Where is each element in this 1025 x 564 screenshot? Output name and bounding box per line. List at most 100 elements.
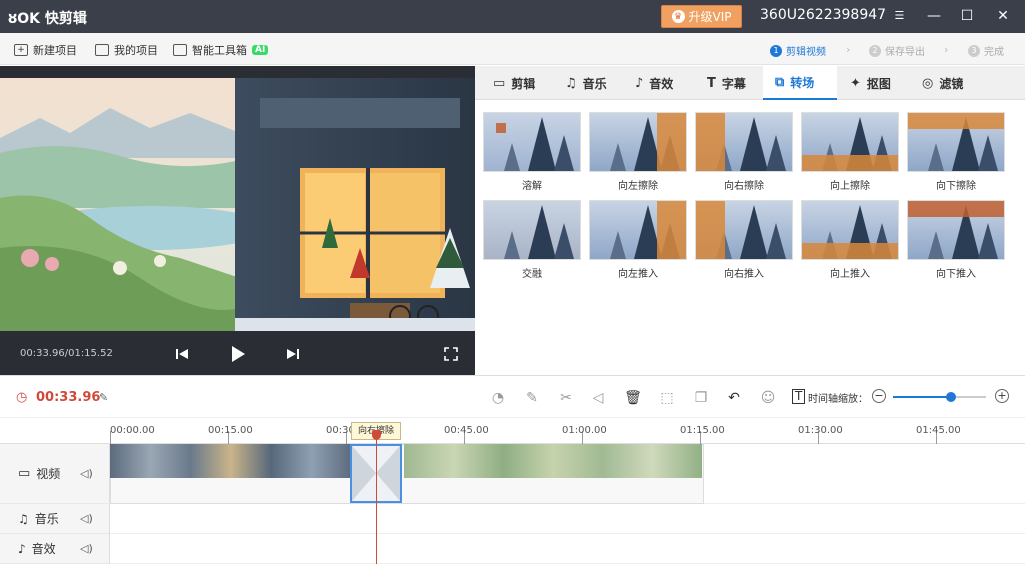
transition-item[interactable]: 向左擦除 bbox=[589, 112, 687, 192]
timeline-ruler[interactable]: 00:00.00 00:15.00 00:30.00 00:45.00 01:00.00… bbox=[0, 418, 1025, 444]
minimize-button[interactable]: — bbox=[919, 4, 949, 28]
smiley-icon: ☺ bbox=[760, 390, 776, 406]
playback-time: 00:33.96/01:15.52 bbox=[20, 348, 113, 359]
my-projects-button[interactable]: 我的项目 bbox=[95, 42, 158, 58]
transition-thumbnail bbox=[907, 112, 1005, 172]
tab-edit[interactable]: ▭ 剪辑 bbox=[481, 66, 547, 100]
transition-item[interactable]: 向左推入 bbox=[589, 200, 687, 280]
delete-button[interactable]: 🗑 bbox=[623, 388, 643, 408]
video-icon: ▭ bbox=[18, 466, 31, 481]
copy-icon: ❐ bbox=[694, 390, 708, 406]
toolbox-icon bbox=[173, 44, 187, 56]
tab-sound-effect[interactable]: ♪ 音效 bbox=[623, 66, 685, 100]
copy-button[interactable]: ❐ bbox=[691, 388, 711, 408]
sticker-button[interactable]: ☺ bbox=[758, 388, 778, 408]
transition-item[interactable]: 向下推入 bbox=[907, 200, 1005, 280]
transition-thumbnail bbox=[483, 112, 581, 172]
video-track[interactable] bbox=[110, 444, 1025, 504]
transition-item[interactable]: 溶解 bbox=[483, 112, 581, 192]
tab-cutout[interactable]: ✦ 抠图 bbox=[838, 66, 903, 100]
transition-item[interactable]: 向右擦除 bbox=[695, 112, 793, 192]
play-button[interactable] bbox=[226, 342, 250, 366]
transition-overlay bbox=[657, 201, 686, 259]
step-export[interactable]: 2 保存导出 bbox=[869, 43, 925, 58]
new-project-button[interactable]: + 新建项目 bbox=[14, 42, 77, 58]
step-edit-video[interactable]: 1 剪辑视频 bbox=[770, 43, 826, 58]
transition-label: 向左推入 bbox=[618, 269, 658, 280]
ai-badge: AI bbox=[252, 45, 269, 55]
transition-thumbnail bbox=[589, 112, 687, 172]
speaker-icon[interactable]: ◁) bbox=[80, 512, 93, 525]
user-account-menu[interactable]: 360U2622398947 ☰ bbox=[760, 7, 904, 23]
title-bar: ȣOK 快剪辑 ♛ 升级VIP 360U2622398947 ☰ — ☐ ✕ bbox=[0, 0, 1025, 33]
transition-item[interactable]: 向上推入 bbox=[801, 200, 899, 280]
upgrade-vip-button[interactable]: ♛ 升级VIP bbox=[661, 5, 742, 28]
transition-overlay bbox=[657, 113, 686, 171]
skip-forward-icon bbox=[287, 349, 299, 359]
zoom-out-button[interactable]: − bbox=[872, 389, 886, 403]
timeline-toolbar: ◷ 00:33.96 ✎ ◔ ✎ ✂ ◁ 🗑 ⬚ ❐ ↶ ☺ T 时间轴缩放： … bbox=[0, 375, 1025, 418]
transition-overlay bbox=[908, 201, 1004, 218]
filter-icon: ◎ bbox=[922, 75, 934, 91]
transition-label: 向左擦除 bbox=[618, 181, 658, 192]
maximize-button[interactable]: ☐ bbox=[952, 4, 982, 28]
transition-item[interactable]: 向下擦除 bbox=[907, 112, 1005, 192]
current-time: 00:33.96 bbox=[36, 390, 101, 405]
undo-button[interactable]: ↶ bbox=[724, 388, 744, 408]
tab-music[interactable]: ♫ 音乐 bbox=[553, 66, 619, 100]
zoom-slider-fill bbox=[893, 396, 951, 398]
transition-label: 向右推入 bbox=[724, 269, 764, 280]
feature-tabs: ▭ 剪辑 ♫ 音乐 ♪ 音效 T 字幕 ⧉ 转场 ✦ 抠图 ◎ 滤镜 bbox=[475, 66, 1025, 100]
tab-label: 转场 bbox=[790, 75, 815, 90]
undo-icon: ↶ bbox=[728, 390, 740, 406]
music-track[interactable] bbox=[110, 504, 1025, 534]
speaker-icon[interactable]: ◁) bbox=[80, 542, 93, 555]
close-button[interactable]: ✕ bbox=[988, 4, 1018, 28]
transition-label: 向下推入 bbox=[936, 269, 976, 280]
ruler-label: 00:45.00 bbox=[444, 425, 489, 436]
smart-toolbox-button[interactable]: 智能工具箱 AI bbox=[173, 42, 269, 58]
tab-label: 剪辑 bbox=[511, 76, 536, 91]
zoom-slider-handle[interactable] bbox=[945, 392, 956, 402]
split-button[interactable]: ✂ bbox=[556, 388, 576, 408]
step-number: 3 bbox=[968, 44, 980, 57]
video-clip-1[interactable] bbox=[110, 444, 352, 478]
tab-transition[interactable]: ⧉ 转场 bbox=[763, 66, 837, 100]
chevron-right-icon: › bbox=[944, 43, 949, 56]
step-number: 1 bbox=[770, 44, 782, 57]
transition-overlay bbox=[696, 201, 725, 259]
my-projects-label: 我的项目 bbox=[114, 44, 158, 57]
crop-button[interactable]: ⬚ bbox=[657, 388, 677, 408]
sound-effect-track[interactable] bbox=[110, 534, 1025, 564]
edit-time-icon[interactable]: ✎ bbox=[99, 391, 108, 404]
zoom-in-button[interactable]: + bbox=[995, 389, 1009, 403]
playback-bar: 00:33.96/01:15.52 bbox=[0, 332, 475, 375]
step-done[interactable]: 3 完成 bbox=[968, 43, 1004, 58]
music-icon: ♫ bbox=[18, 511, 29, 526]
transition-grid: 溶解 向左擦除 向右擦除 向上擦除 向下擦除交融 向左推入 向右推入 向上推入 向下推入 bbox=[475, 100, 1025, 375]
tab-subtitle[interactable]: T 字幕 bbox=[695, 66, 758, 100]
new-project-label: 新建项目 bbox=[33, 44, 77, 57]
video-icon: ▭ bbox=[493, 75, 506, 91]
music-icon: ♫ bbox=[565, 75, 577, 91]
edit-clip-button[interactable]: ✎ bbox=[522, 388, 542, 408]
ruler-label: 01:00.00 bbox=[562, 425, 607, 436]
volume-button[interactable]: ◁ bbox=[588, 388, 608, 408]
transition-item[interactable]: 交融 bbox=[483, 200, 581, 280]
fullscreen-button[interactable] bbox=[439, 342, 463, 366]
tab-filter[interactable]: ◎ 滤镜 bbox=[910, 66, 975, 100]
transition-item[interactable]: 向上擦除 bbox=[801, 112, 899, 192]
zoom-slider[interactable] bbox=[893, 392, 986, 402]
speaker-icon[interactable]: ◁) bbox=[80, 467, 93, 480]
next-frame-button[interactable] bbox=[281, 342, 305, 366]
video-clip-2[interactable] bbox=[404, 444, 702, 478]
track-label: 视频 bbox=[36, 467, 61, 481]
ruler-label: 01:30.00 bbox=[798, 425, 843, 436]
speed-button[interactable]: ◔ bbox=[488, 388, 508, 408]
playhead-handle[interactable] bbox=[372, 430, 381, 440]
playhead-line[interactable] bbox=[376, 436, 377, 564]
previous-frame-button[interactable] bbox=[170, 342, 194, 366]
transition-item[interactable]: 向右推入 bbox=[695, 200, 793, 280]
ruler-label: 01:15.00 bbox=[680, 425, 725, 436]
transition-icon: ⧉ bbox=[775, 74, 785, 90]
